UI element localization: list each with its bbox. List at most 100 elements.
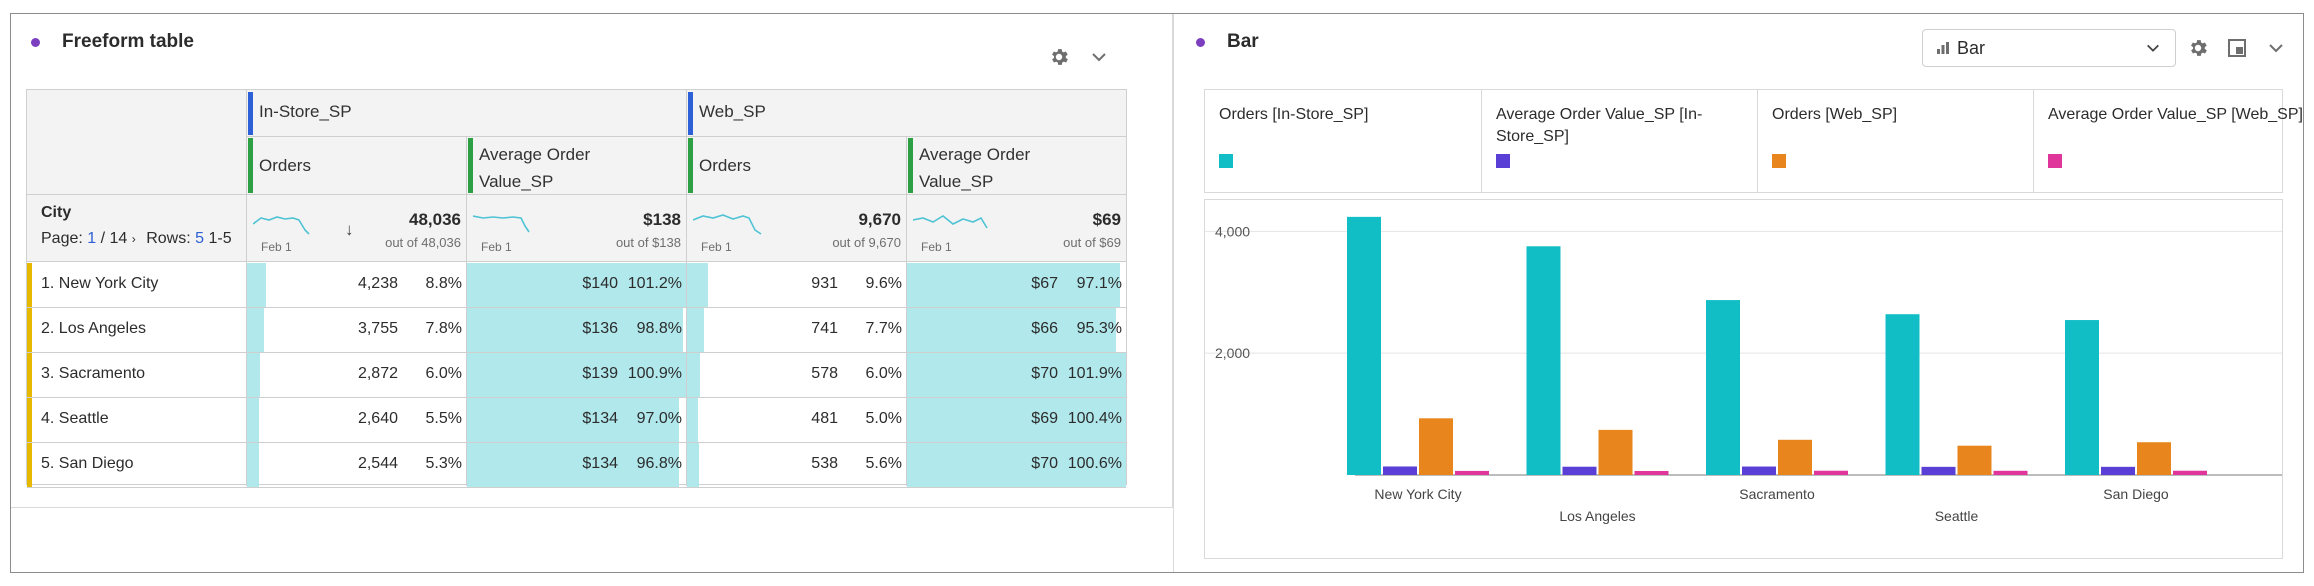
cell-value: 4,238: [357, 275, 398, 292]
bar-2-0: [1706, 300, 1740, 475]
table-row[interactable]: 4. Seattle 2,640 5.5% $134 97.0% 481 5.0% $69 10…: [27, 398, 1126, 443]
sparkline: [473, 215, 530, 233]
visualization-type-dropdown[interactable]: Bar: [1922, 29, 2176, 67]
segment-in-store[interactable]: In-Store_SP: [259, 102, 352, 122]
chevron-down-icon[interactable]: [2263, 35, 2289, 61]
bar-3-0: [1885, 314, 1920, 475]
cell-value: 2,872: [357, 365, 398, 382]
panel-title: Freeform table: [62, 31, 194, 52]
bar-4-3: [2173, 470, 2207, 475]
cell-percent: 5.6%: [865, 455, 902, 472]
row-dimension-item[interactable]: 3. Sacramento: [41, 365, 145, 383]
x-tick-label: Seattle: [1935, 508, 1979, 524]
cell-percent: 101.9%: [1067, 365, 1122, 382]
table-row[interactable]: 2. Los Angeles 3,755 7.8% $136 98.8% 741 7.7% $…: [27, 308, 1126, 353]
bar-chart-panel: Bar Bar Orders [In-Store_SP] Average Ord…: [1173, 14, 2304, 572]
cell-percent: 97.0%: [636, 410, 682, 427]
bar-chart-icon: [1937, 42, 1949, 54]
dimension-header[interactable]: City: [41, 204, 71, 222]
cell-percent: 5.0%: [865, 410, 902, 427]
cell-value: $136: [582, 320, 618, 337]
total-outof: out of $69: [1063, 235, 1121, 250]
row-dimension-item[interactable]: 1. New York City: [41, 275, 158, 293]
metric-orders-header[interactable]: Orders: [259, 156, 311, 176]
legend-swatch: [1219, 154, 1233, 168]
row-dimension-item[interactable]: 4. Seattle: [41, 410, 109, 428]
cell-percent-bar: [247, 353, 261, 397]
legend-item[interactable]: Orders [In-Store_SP]: [1205, 90, 1482, 192]
x-tick-label: New York City: [1374, 486, 1461, 502]
bar-0-2: [1419, 418, 1453, 475]
bar-chart: 4,000 2,000 New York City Los Angeles Sacram…: [1205, 216, 2282, 524]
freeform-table-panel: Freeform table In-Store_SP Web_SP Orders…: [11, 14, 1173, 508]
cell-value: 2,544: [357, 455, 398, 472]
row-indicator: [27, 443, 32, 487]
bar-2-3: [1814, 470, 1848, 475]
gear-icon[interactable]: [1046, 44, 1072, 70]
cell-value: $66: [1031, 320, 1058, 337]
cell-percent: 101.2%: [627, 275, 682, 292]
table-row[interactable]: 1. New York City 4,238 8.8% $140 101.2% 931 9.…: [27, 263, 1126, 308]
metric-indicator: [248, 138, 253, 193]
segment-indicator: [248, 92, 253, 135]
pagination: Page: 1 / 14 › Rows: 5 1-5: [41, 230, 232, 247]
save-icon[interactable]: [2224, 35, 2250, 61]
cell-percent: 95.3%: [1076, 320, 1122, 337]
legend-item[interactable]: Average Order Value_SP [Web_SP]: [2034, 90, 2303, 192]
cell-percent-bar: [247, 263, 267, 307]
row-dimension-item[interactable]: 5. San Diego: [41, 455, 134, 473]
chart-area: 4,000 2,000 New York City Los Angeles Sacram…: [1204, 199, 2283, 559]
cell-value: 538: [811, 455, 838, 472]
chevron-down-icon[interactable]: [1086, 44, 1112, 70]
metric-aov-header[interactable]: Average Order Value_SP: [919, 141, 1030, 195]
cell-value: $134: [582, 455, 618, 472]
table-row[interactable]: 5. San Diego 2,544 5.3% $134 96.8% 538 5.6% $70…: [27, 443, 1126, 488]
table-row[interactable]: 3. Sacramento 2,872 6.0% $139 100.9% 578 6.0% $…: [27, 353, 1126, 398]
y-tick-label: 2,000: [1215, 345, 1250, 361]
cell-value: $134: [582, 410, 618, 427]
cell-percent-bar: [687, 263, 709, 307]
freeform-table: In-Store_SP Web_SP Orders Average Order V…: [26, 89, 1127, 488]
sparkline-label: Feb 1: [261, 240, 292, 254]
cell-value: 2,640: [357, 410, 398, 427]
next-page-icon[interactable]: ›: [132, 232, 136, 246]
legend-item[interactable]: Orders [Web_SP]: [1758, 90, 2034, 192]
cell-percent-bar: [247, 443, 259, 487]
cell-percent-bar: [687, 443, 700, 487]
bar-0-0: [1347, 216, 1381, 475]
y-tick-label: 4,000: [1215, 223, 1250, 239]
gear-icon[interactable]: [2185, 35, 2211, 61]
panel-dot-icon: [1196, 37, 1205, 47]
panel-title: Bar: [1227, 31, 1259, 52]
row-indicator: [27, 398, 32, 442]
cell-percent: 5.3%: [425, 455, 462, 472]
panel-header: Freeform table: [31, 31, 194, 53]
segment-web[interactable]: Web_SP: [699, 102, 766, 122]
bar-0-1: [1383, 466, 1417, 475]
bar-1-0: [1526, 246, 1561, 475]
total-value: $138: [643, 210, 681, 229]
bar-3-3: [1993, 470, 2028, 475]
sort-arrow-icon[interactable]: ↓: [345, 220, 354, 240]
cell-percent: 8.8%: [425, 275, 462, 292]
cell-value: 578: [811, 365, 838, 382]
rows-per-page[interactable]: 5: [195, 230, 204, 247]
row-dimension-item[interactable]: 2. Los Angeles: [41, 320, 146, 338]
cell-percent: 97.1%: [1076, 275, 1122, 292]
metric-aov-header[interactable]: Average Order Value_SP: [479, 141, 590, 195]
cell-value: $70: [1031, 455, 1058, 472]
x-tick-label: San Diego: [2103, 486, 2169, 502]
sparkline-label: Feb 1: [481, 240, 512, 254]
total-outof: out of $138: [615, 235, 681, 250]
bar-2-2: [1778, 439, 1812, 475]
metric-orders-header[interactable]: Orders: [699, 156, 751, 176]
panel-header: Bar: [1196, 31, 1259, 53]
legend-item[interactable]: Average Order Value_SP [In-Store_SP]: [1482, 90, 1758, 192]
panel-dot-icon: [31, 37, 40, 47]
cell-percent: 96.8%: [636, 455, 682, 472]
chevron-down-icon: [2147, 44, 2159, 52]
x-tick-label: Sacramento: [1739, 486, 1815, 502]
cell-percent: 100.9%: [627, 365, 682, 382]
page-current[interactable]: 1: [87, 230, 96, 247]
cell-percent-bar: [687, 353, 701, 397]
